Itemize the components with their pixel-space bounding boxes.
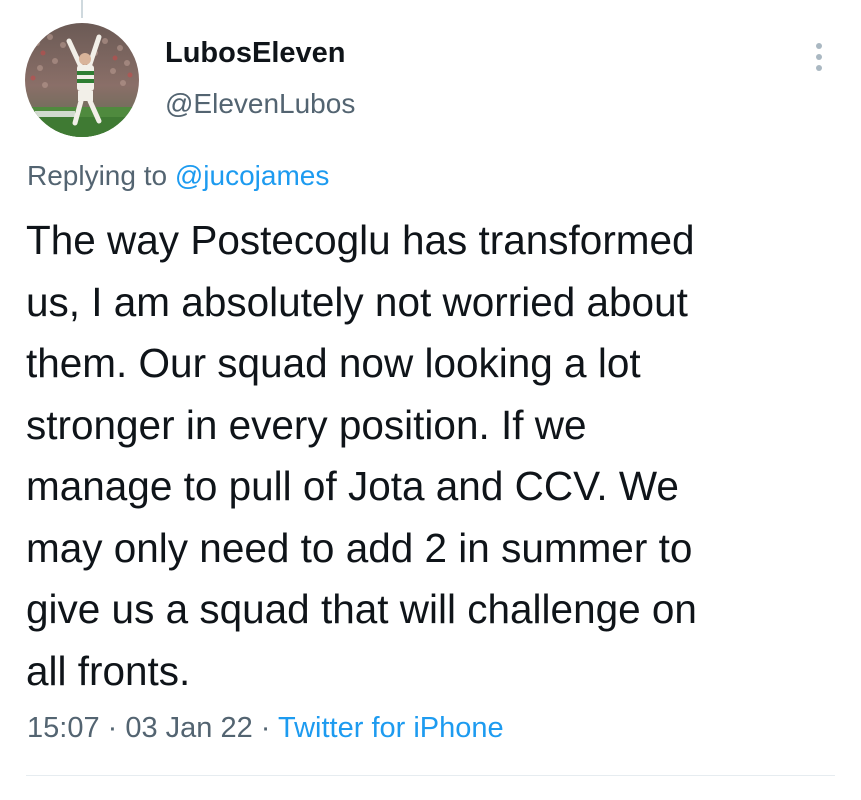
tweet-text-line: stronger in every position. If we — [26, 401, 587, 448]
tweet-text-line: us, I am absolutely not worried about — [26, 278, 688, 325]
meta-separator: · — [99, 712, 126, 744]
tweet-text: The way Postecoglu has transformed us, I… — [26, 210, 826, 702]
more-options-button[interactable] — [804, 38, 834, 76]
tweet-text-line: give us a squad that will challenge on — [26, 586, 697, 632]
tweet-text-line: The way Postecoglu has transformed — [26, 217, 695, 263]
thread-connector-line — [81, 0, 83, 18]
tweet-text-line: manage to pull of Jota and CCV. We — [26, 463, 679, 509]
avatar[interactable] — [25, 23, 139, 137]
tweet-source-link[interactable]: Twitter for iPhone — [278, 712, 504, 744]
more-vertical-icon — [816, 54, 822, 60]
replying-to-label: Replying to — [27, 160, 168, 191]
tweet-date[interactable]: 03 Jan 22 — [125, 712, 252, 744]
reply-to-handle-link[interactable]: @jucojames — [175, 160, 329, 191]
tweet-meta: 15:07 · 03 Jan 22 · Twitter for iPhone — [27, 712, 504, 745]
avatar-image — [25, 23, 139, 137]
divider — [26, 775, 835, 776]
author-display-name[interactable]: LubosEleven — [165, 37, 346, 70]
more-vertical-icon — [816, 65, 822, 71]
author-handle[interactable]: @ElevenLubos — [165, 88, 355, 120]
more-vertical-icon — [816, 43, 822, 49]
tweet-text-line: them. Our squad now looking a lot — [26, 340, 641, 386]
tweet-text-line: may only need to add 2 in summer to — [26, 524, 693, 571]
tweet-text-line: all fronts. — [26, 647, 191, 694]
meta-separator: · — [252, 712, 278, 744]
replying-to-line: Replying to @jucojames — [27, 160, 329, 192]
tweet-time[interactable]: 15:07 — [27, 712, 100, 744]
